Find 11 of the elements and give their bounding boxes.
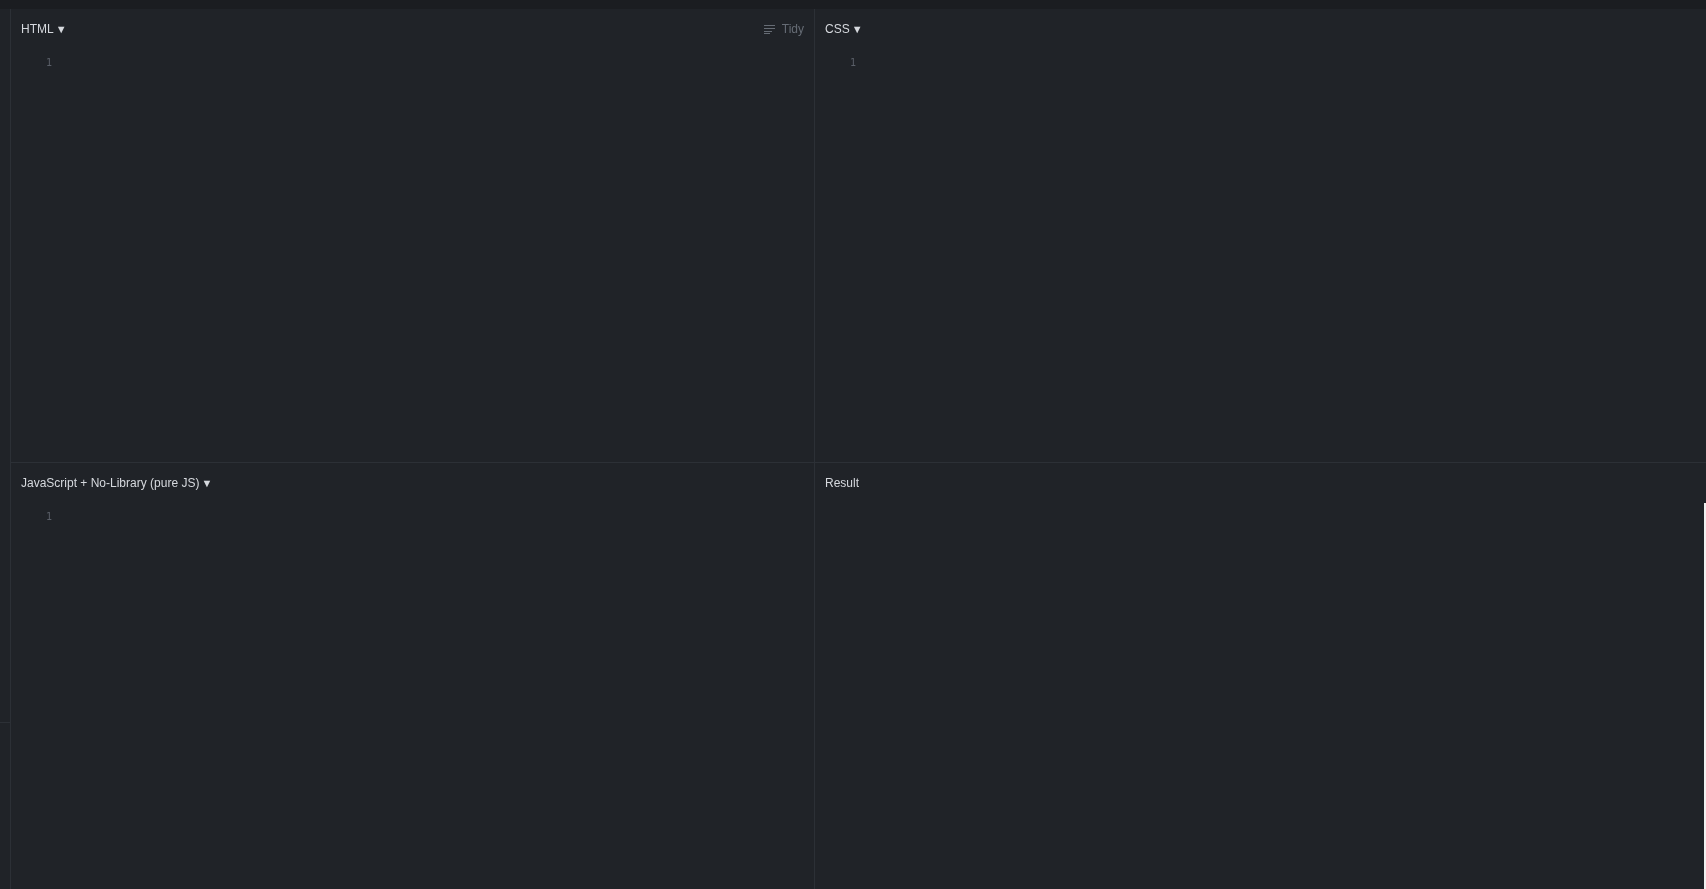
- panel-title: Result: [825, 477, 859, 489]
- lines-icon: [763, 24, 775, 34]
- line-number: 1: [849, 56, 856, 70]
- code-editor[interactable]: 1: [815, 49, 1706, 462]
- line-number: 1: [45, 56, 52, 70]
- language-dropdown[interactable]: CSS ▼: [825, 23, 863, 35]
- code-editor[interactable]: 1: [11, 49, 814, 462]
- language-dropdown[interactable]: HTML ▼: [21, 23, 67, 35]
- line-number: 1: [45, 510, 52, 524]
- code-editor[interactable]: 1: [11, 503, 814, 889]
- language-dropdown[interactable]: JavaScript + No-Library (pure JS) ▼: [21, 477, 213, 489]
